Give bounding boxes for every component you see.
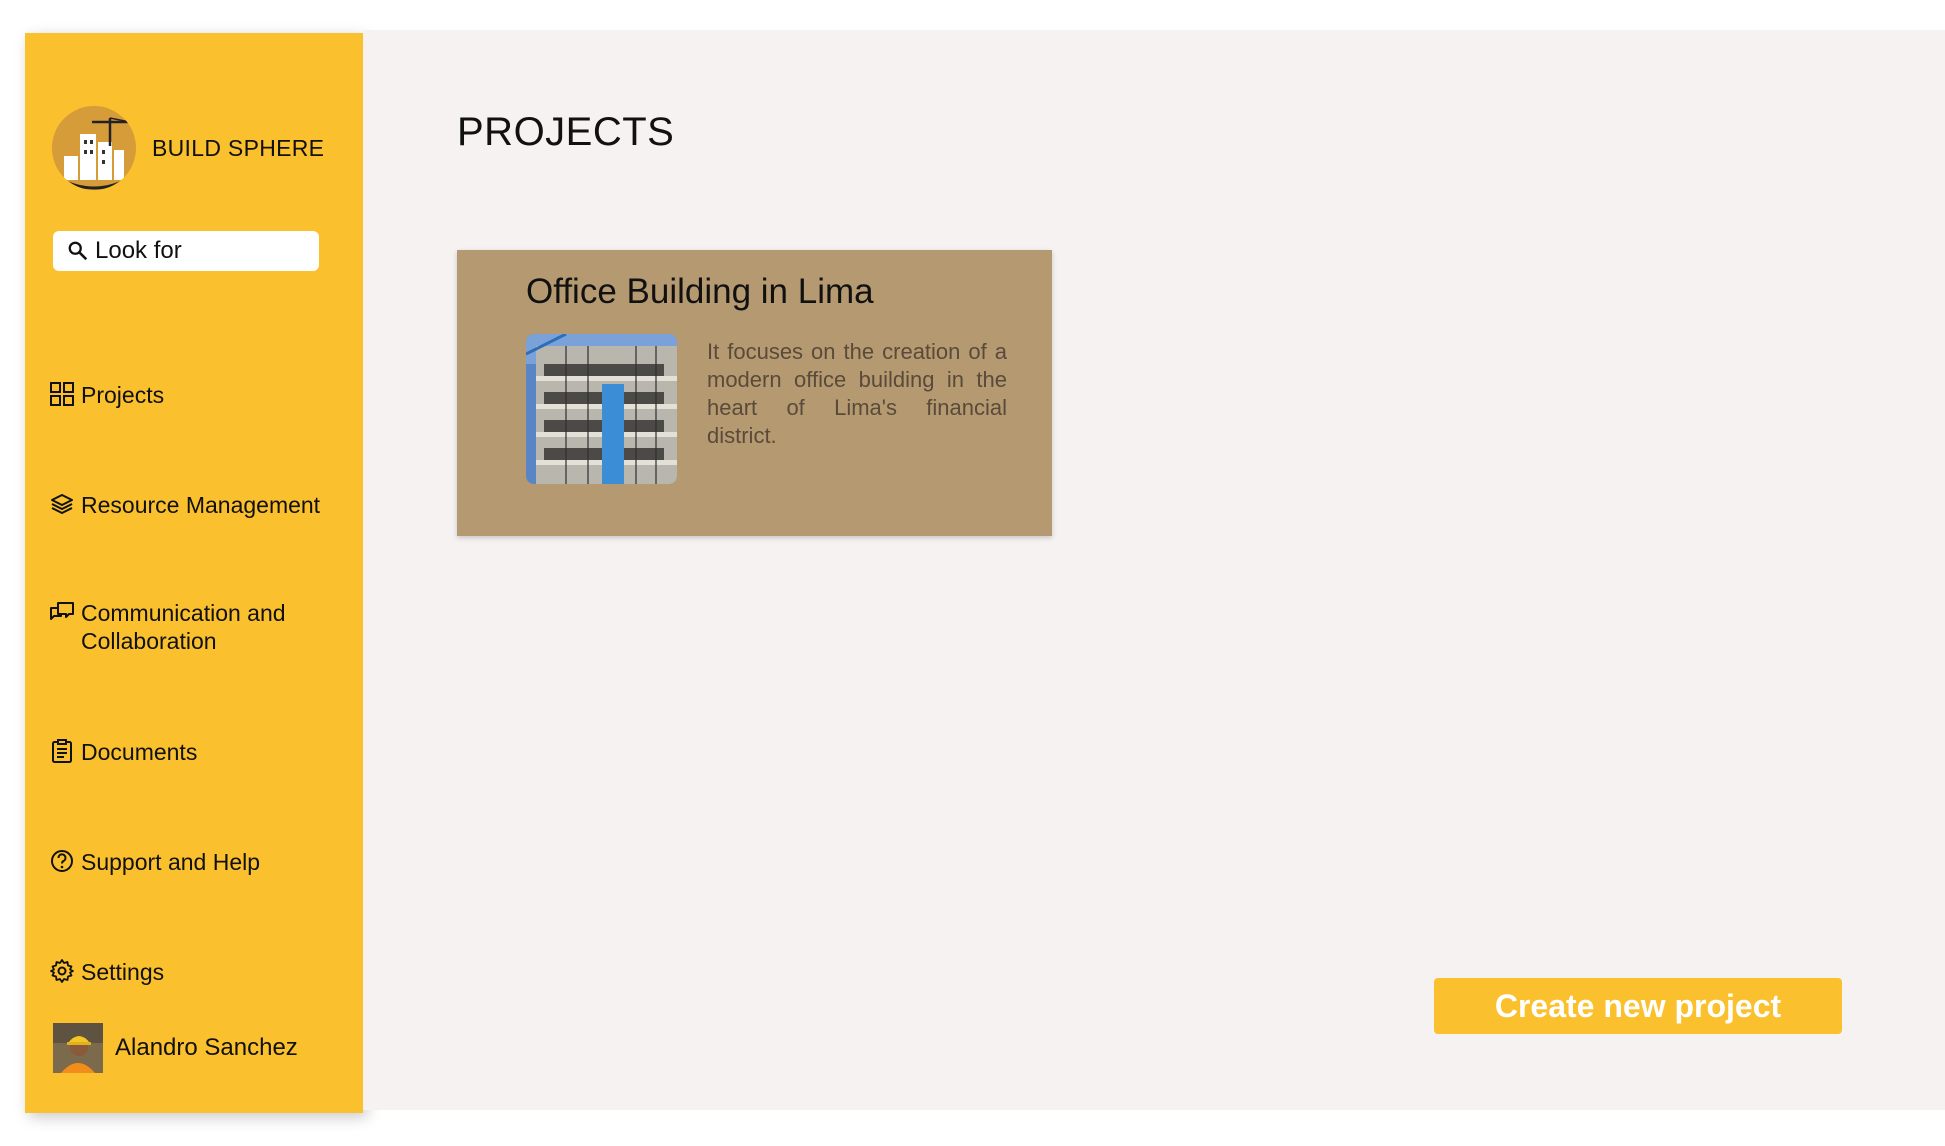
help-circle-icon xyxy=(51,850,73,872)
page-title: PROJECTS xyxy=(457,110,675,154)
sidebar-item-label: Support and Help xyxy=(81,849,261,875)
user-name: Alandro Sanchez xyxy=(115,1034,298,1061)
sidebar-item-label: Resource Management xyxy=(81,492,321,518)
project-image xyxy=(526,334,677,484)
sidebar: BUILD SPHERE Projects Resource Managemen… xyxy=(25,33,363,1113)
avatar xyxy=(53,1023,103,1073)
project-card[interactable]: Office Building in Lima It focuses on th… xyxy=(457,250,1052,536)
sidebar-item-communication[interactable]: Communication and Collaboration xyxy=(49,599,321,655)
sidebar-item-settings[interactable]: Settings xyxy=(49,958,164,986)
sidebar-item-label: Projects xyxy=(81,382,165,408)
grid-icon xyxy=(50,382,74,406)
project-description: It focuses on the creation of a modern o… xyxy=(707,339,1007,448)
layers-icon xyxy=(51,494,73,514)
sidebar-item-projects[interactable]: Projects xyxy=(49,381,164,409)
gear-icon xyxy=(50,959,74,983)
sidebar-item-documents[interactable]: Documents xyxy=(49,738,197,766)
sidebar-item-label: Settings xyxy=(81,959,165,985)
create-project-button[interactable]: Create new project xyxy=(1434,978,1842,1034)
sidebar-item-label: Communication and Collaboration xyxy=(81,600,286,654)
sidebar-item-support[interactable]: Support and Help xyxy=(49,848,260,876)
search-icon xyxy=(68,241,88,261)
brand[interactable]: BUILD SPHERE xyxy=(52,106,324,190)
project-title: Office Building in Lima xyxy=(526,272,874,311)
brand-name: BUILD SPHERE xyxy=(152,134,325,161)
building-crane-logo xyxy=(52,106,136,190)
main-content: PROJECTS Office Building in Lima It focu… xyxy=(363,30,1945,1110)
search-bar[interactable] xyxy=(53,231,319,271)
sidebar-item-resource-management[interactable]: Resource Management xyxy=(49,491,320,519)
sidebar-item-label: Documents xyxy=(81,739,198,765)
user-profile[interactable]: Alandro Sanchez xyxy=(53,1023,298,1073)
chat-icon xyxy=(50,602,74,620)
search-input[interactable] xyxy=(95,237,295,265)
clipboard-icon xyxy=(52,739,72,763)
